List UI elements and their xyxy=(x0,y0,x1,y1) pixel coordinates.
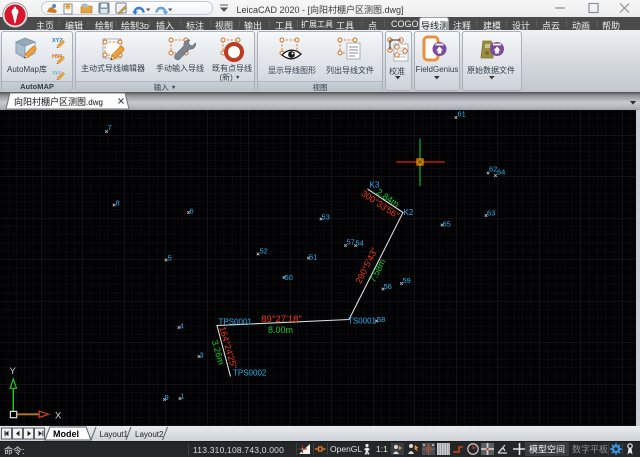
svg-text:64: 64 xyxy=(497,168,505,177)
svg-text:6: 6 xyxy=(190,207,194,216)
svg-text:1: 1 xyxy=(181,392,185,401)
svg-text:58: 58 xyxy=(377,315,385,324)
svg-text:OpenGL: OpenGL xyxy=(330,444,362,454)
svg-text:1:1: 1:1 xyxy=(376,444,388,454)
svg-text:51: 51 xyxy=(309,253,317,262)
svg-text:TPS0002: TPS0002 xyxy=(233,369,267,378)
svg-text:X: X xyxy=(55,411,62,422)
svg-text:5: 5 xyxy=(168,254,172,263)
svg-text:3: 3 xyxy=(200,351,204,360)
svg-text:8: 8 xyxy=(116,199,120,208)
svg-text:9: 9 xyxy=(165,393,169,402)
svg-text:50: 50 xyxy=(285,273,293,282)
svg-text:数字平板: 数字平板 xyxy=(572,444,608,455)
svg-text:56: 56 xyxy=(384,282,392,291)
svg-text:7: 7 xyxy=(108,123,112,132)
svg-text:54: 54 xyxy=(356,239,364,248)
svg-text:模型空间: 模型空间 xyxy=(529,444,565,455)
svg-text:4: 4 xyxy=(180,322,184,331)
svg-text:8.00m: 8.00m xyxy=(268,325,293,335)
svg-text:89°27'18": 89°27'18" xyxy=(261,314,302,325)
svg-text:TPS0001: TPS0001 xyxy=(219,318,253,327)
svg-text:59: 59 xyxy=(403,276,411,285)
svg-text:K2: K2 xyxy=(404,208,414,217)
svg-text:65: 65 xyxy=(443,220,451,229)
svg-text:57: 57 xyxy=(347,238,355,247)
svg-text:Y: Y xyxy=(10,366,17,377)
svg-text:52: 52 xyxy=(260,247,268,256)
svg-text:61: 61 xyxy=(458,110,466,119)
svg-text:63: 63 xyxy=(487,209,495,218)
svg-text:TS0001: TS0001 xyxy=(348,317,377,326)
svg-text:53: 53 xyxy=(322,213,330,222)
